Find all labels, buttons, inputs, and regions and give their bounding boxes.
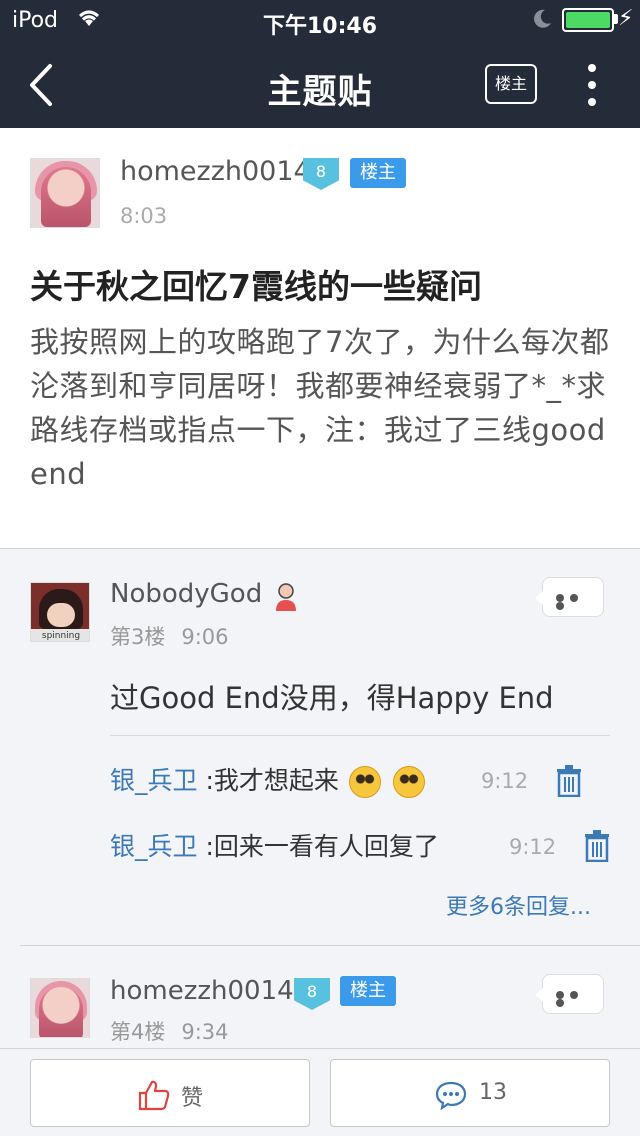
comment-count: 13 [479,1080,507,1105]
reply-floor-info: 第4楼 9:34 [110,1016,229,1046]
reply-content: 过Good End没用，得Happy End [110,681,554,715]
comment-button[interactable]: 13 [330,1059,610,1127]
avatar[interactable] [30,158,100,228]
top-bar: iPod 下午10:46 ⚡ 主题贴 楼主 [0,0,640,128]
moon-icon [534,9,551,28]
thumbs-up-icon [138,1080,170,1111]
op-badge: 楼主 [340,976,396,1006]
more-replies-link[interactable]: 更多6条回复... [446,889,591,921]
like-label: 赞 [181,1086,204,1111]
reply-list: spinning NobodyGod 第3楼 9:06 过Good End没用，得… [0,549,640,1049]
sub-reply-author[interactable]: 银_兵卫 [110,766,198,795]
avatar[interactable]: spinning [30,582,90,642]
sub-reply-text: :回来一看有人回复了 [205,832,439,861]
reply-more-button[interactable] [535,974,604,1014]
reply-more-button[interactable] [535,577,604,617]
page-title: 主题贴 [267,72,373,112]
sub-reply-author[interactable]: 银_兵卫 [110,832,198,861]
sub-reply-text: :我才想起来 [205,766,339,795]
post-author[interactable]: homezzh0014 [120,156,311,187]
only-owner-button[interactable]: 楼主 [485,64,537,104]
emoji-icon [392,766,425,798]
charging-icon: ⚡ [618,6,634,31]
avatar[interactable] [30,978,90,1038]
like-button[interactable]: 赞 [30,1059,310,1127]
reply-author[interactable]: homezzh0014 [110,976,294,1006]
reply-time: 9:34 [181,1020,229,1044]
main-post: homezzh0014 8 楼主 8:03 关于秋之回忆7霞线的一些疑问 我按照… [0,128,640,548]
bottom-bar: 赞 13 [0,1048,640,1136]
status-bar: iPod 下午10:46 ⚡ [0,0,640,40]
sub-reply-time: 9:12 [481,769,529,793]
reply-author[interactable]: NobodyGod [110,579,262,609]
floor-number: 第4楼 [110,1020,166,1044]
reply-time: 9:06 [181,625,229,649]
divider [20,945,640,946]
comment-bubble-icon [435,1081,467,1110]
post-title: 关于秋之回忆7霞线的一些疑问 [30,267,482,306]
reply-floor-info: 第3楼 9:06 [110,621,229,651]
post-body: 我按照网上的攻略跑了7次了，为什么每次都沦落到和亨同居呀！我都要神经衰弱了*_*… [30,325,610,491]
post-time: 8:03 [120,204,168,228]
more-menu-icon[interactable] [580,64,604,108]
avatar-caption: spinning [31,629,89,641]
op-badge: 楼主 [350,158,406,188]
floor-number: 第3楼 [110,625,166,649]
battery-icon [562,8,614,32]
delete-icon[interactable] [584,830,610,862]
user-gender-icon [276,583,296,611]
sub-reply[interactable]: 银_兵卫 :回来一看有人回复了 9:12 [110,829,610,865]
emoji-icon [348,766,381,798]
sub-reply-time: 9:12 [509,835,557,859]
level-badge: 8 [294,978,330,1010]
sub-reply[interactable]: 银_兵卫 :我才想起来 9:12 [110,763,610,799]
divider [110,735,610,736]
delete-icon[interactable] [556,765,582,797]
